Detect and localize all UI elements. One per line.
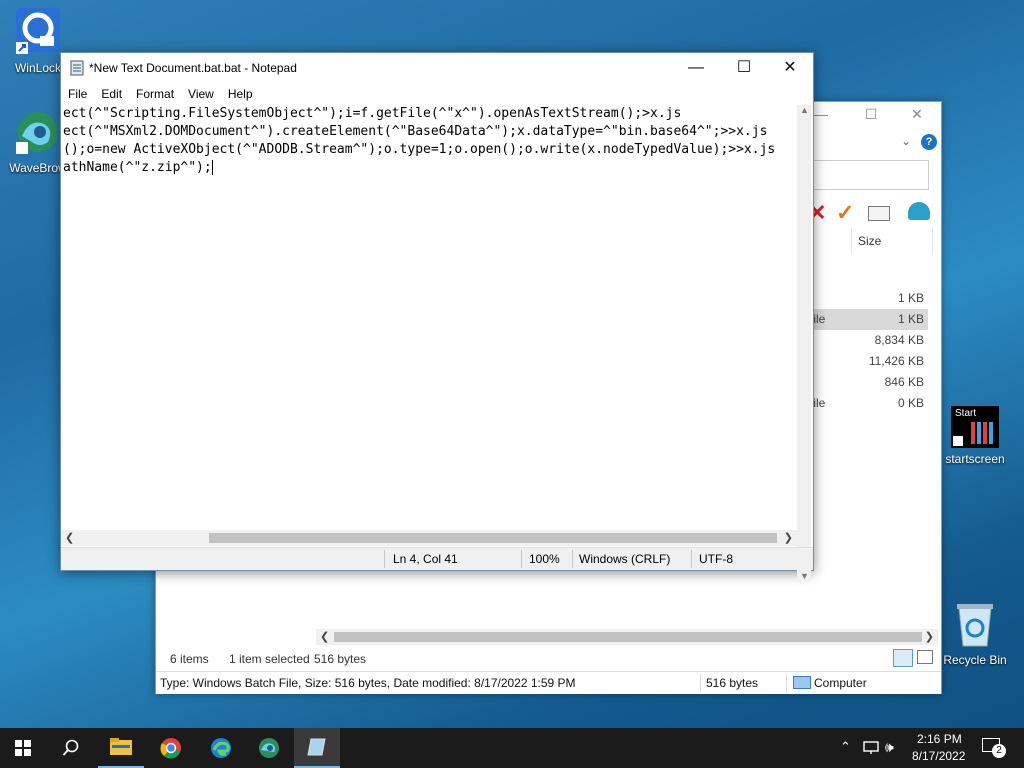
- table-row[interactable]: 11,426 KB: [796, 351, 928, 372]
- horizontal-scrollbar[interactable]: ❮ ❯: [316, 629, 938, 645]
- status-selected-bytes: 516 bytes: [314, 652, 367, 666]
- scroll-left-icon[interactable]: ❮: [320, 630, 329, 643]
- close-button[interactable]: ✕: [767, 53, 813, 83]
- title-bar[interactable]: *New Text Document.bat.bat - Notepad — ☐…: [61, 53, 813, 83]
- window-title: *New Text Document.bat.bat - Notepad: [89, 61, 297, 75]
- scroll-right-icon[interactable]: ❯: [925, 630, 934, 643]
- edge-icon: [211, 738, 231, 758]
- text-line: ect(^"Scripting.FileSystemObject^");i=f.…: [63, 106, 682, 121]
- shell-icon[interactable]: [908, 202, 930, 220]
- ribbon-expand-icon[interactable]: ⌄: [901, 134, 911, 148]
- horizontal-scrollbar[interactable]: ❮ ❯: [61, 530, 797, 546]
- vertical-scrollbar[interactable]: ▲ ▼: [797, 105, 811, 581]
- show-hidden-icons-icon[interactable]: ⌃: [840, 739, 851, 755]
- status-selected: 1 item selected: [229, 652, 310, 666]
- wavebrowser-icon: [16, 112, 58, 154]
- table-row[interactable]: 1 KB: [796, 288, 928, 309]
- address-bar[interactable]: [811, 160, 929, 190]
- startscreen-tile-text: Start: [955, 408, 977, 419]
- recycle-bin-icon: [957, 604, 993, 647]
- network-icon[interactable]: [863, 741, 879, 755]
- taskbar-chrome[interactable]: [148, 728, 194, 768]
- computer-icon: [793, 676, 811, 689]
- notepad-icon: [307, 738, 326, 756]
- notepad-window[interactable]: *New Text Document.bat.bat - Notepad — ☐…: [60, 52, 814, 581]
- menu-view[interactable]: View: [181, 84, 221, 104]
- scrollbar-thumb[interactable]: [334, 632, 922, 642]
- volume-icon[interactable]: 🕪: [885, 739, 894, 756]
- table-row[interactable]: 846 KB: [796, 372, 928, 393]
- details-view-icon[interactable]: [893, 649, 913, 667]
- desktop-icon-startscreen[interactable]: Start startscreen: [937, 406, 1013, 466]
- taskbar-notepad[interactable]: [294, 728, 340, 768]
- taskbar-wavebrowser[interactable]: [246, 728, 292, 768]
- start-button[interactable]: [0, 728, 46, 768]
- desktop-icon-label: Recycle Bin: [943, 653, 1007, 667]
- menu-file[interactable]: File: [61, 84, 94, 104]
- clock-date[interactable]: 8/17/2022: [912, 749, 965, 763]
- winlock-icon: [16, 8, 60, 54]
- check-icon[interactable]: ✓: [836, 200, 854, 226]
- close-button[interactable]: ✕: [902, 106, 932, 126]
- taskbar-file-explorer[interactable]: [98, 728, 144, 768]
- scroll-down-icon[interactable]: ▼: [800, 571, 809, 581]
- scrollbar-thumb[interactable]: [209, 533, 777, 543]
- details-bar: Type: Windows Batch File, Size: 516 byte…: [156, 671, 941, 694]
- envelope-icon[interactable]: [868, 206, 890, 221]
- details-location: Computer: [814, 676, 867, 690]
- windows-icon: [15, 740, 31, 756]
- menu-edit[interactable]: Edit: [94, 84, 129, 104]
- minimize-button[interactable]: —: [673, 53, 719, 83]
- maximize-button[interactable]: ☐: [856, 106, 886, 126]
- taskbar: ⌃ 🕪 2:16 PM 8/17/2022 2: [0, 728, 1024, 768]
- large-icons-view-icon[interactable]: [917, 650, 933, 664]
- folder-icon: [110, 738, 132, 755]
- status-encoding: UTF-8: [699, 552, 733, 566]
- status-line-ending: Windows (CRLF): [579, 552, 671, 566]
- text-line: ect(^"MSXml2.DOMDocument^").createElemen…: [63, 124, 768, 139]
- search-icon: [62, 739, 79, 756]
- help-icon[interactable]: ?: [921, 134, 937, 150]
- scroll-left-icon[interactable]: ❮: [65, 531, 74, 544]
- menu-bar: File Edit Format View Help: [61, 84, 813, 104]
- text-cursor: [211, 160, 213, 175]
- scroll-right-icon[interactable]: ❯: [784, 531, 793, 544]
- taskbar-edge[interactable]: [198, 728, 244, 768]
- status-zoom: 100%: [529, 552, 560, 566]
- scroll-up-icon[interactable]: ▲: [800, 105, 809, 115]
- file-list: 1 KB h File 1 KB 8,834 KB 11,426 KB 846 …: [796, 288, 928, 414]
- clock-time[interactable]: 2:16 PM: [917, 732, 962, 746]
- wavebrowser-icon: [259, 738, 279, 758]
- text-line: ();o=new ActiveXObject(^"ADODB.Stream^")…: [63, 142, 776, 157]
- notifications-button[interactable]: 2: [982, 738, 1006, 758]
- menu-format[interactable]: Format: [129, 84, 181, 104]
- details-text: Type: Windows Batch File, Size: 516 byte…: [160, 676, 576, 690]
- desktop-icon-recycle-bin[interactable]: Recycle Bin: [937, 602, 1013, 667]
- maximize-button[interactable]: ☐: [721, 53, 767, 83]
- notification-count: 2: [992, 744, 1006, 758]
- status-cursor-position: Ln 4, Col 41: [393, 552, 458, 566]
- table-row[interactable]: 8,834 KB: [796, 330, 928, 351]
- text-line: athName(^"z.zip^");: [63, 160, 213, 175]
- notepad-icon: [70, 60, 84, 76]
- status-item-count: 6 items: [170, 652, 209, 666]
- menu-help[interactable]: Help: [221, 84, 260, 104]
- status-bar: Ln 4, Col 41 100% Windows (CRLF) UTF-8: [61, 547, 813, 570]
- details-size: 516 bytes: [706, 676, 759, 690]
- table-row[interactable]: h File 1 KB: [796, 309, 928, 330]
- text-editor[interactable]: ect(^"Scripting.FileSystemObject^");i=f.…: [63, 105, 797, 581]
- desktop-icon-label: startscreen: [945, 452, 1005, 466]
- chrome-icon: [160, 738, 181, 759]
- table-row[interactable]: h File 0 KB: [796, 393, 928, 414]
- startscreen-icon: Start: [951, 406, 999, 448]
- column-header-size[interactable]: Size: [858, 234, 881, 248]
- search-button[interactable]: [48, 728, 94, 768]
